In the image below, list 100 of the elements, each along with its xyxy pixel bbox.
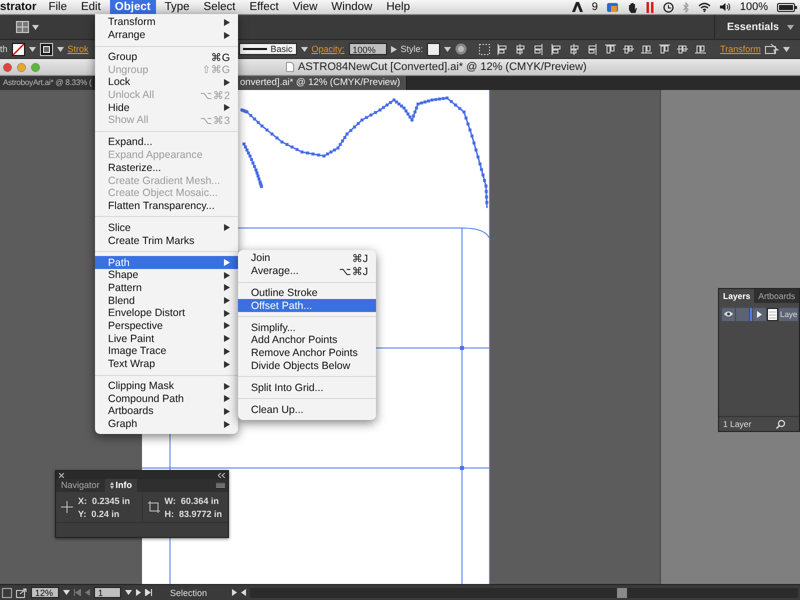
menu[interactable]: Help — [381, 0, 415, 14]
speaker-icon[interactable] — [720, 2, 731, 12]
caret-icon[interactable] — [28, 46, 36, 52]
zoom-field[interactable]: 12% — [31, 587, 59, 598]
menu-item[interactable]: Slice — [95, 222, 238, 234]
menu-item[interactable]: Expand... — [95, 136, 238, 149]
menu-item[interactable]: Perspective — [95, 320, 238, 332]
recolor-icon[interactable] — [455, 43, 468, 55]
panel-tab[interactable]: Navigator — [56, 479, 105, 492]
menu-item[interactable]: Split Into Grid... — [238, 381, 376, 394]
align-icon[interactable] — [569, 44, 580, 54]
align-icon[interactable] — [677, 44, 688, 54]
menu-item[interactable]: Envelope Distort — [95, 306, 238, 320]
window-close-button[interactable] — [3, 62, 12, 72]
menu-item[interactable]: Transform — [95, 16, 238, 29]
close-icon[interactable] — [59, 472, 64, 478]
menu[interactable]: Object — [110, 0, 156, 14]
pause-icon[interactable] — [646, 2, 654, 12]
caret-icon[interactable] — [787, 24, 794, 30]
menu-item[interactable]: Arrange — [95, 28, 238, 42]
align-to-icon[interactable] — [479, 44, 490, 54]
collapse-icon[interactable] — [218, 472, 225, 478]
stroke-profile-field[interactable]: Basic — [238, 43, 297, 55]
menu-item[interactable]: Path — [95, 256, 238, 269]
arrow-right-icon[interactable] — [390, 46, 397, 52]
menu-item[interactable]: Group ⌘G — [95, 50, 238, 64]
caret-icon[interactable] — [63, 590, 70, 595]
menu-item[interactable]: Shape — [95, 268, 238, 282]
hand-icon[interactable] — [628, 2, 637, 12]
menu-item[interactable]: Hide — [95, 101, 238, 114]
menu-item[interactable]: Flatten Transparency... — [95, 200, 238, 212]
artboard-icon[interactable] — [2, 588, 12, 598]
arrow-right-icon[interactable] — [232, 589, 237, 596]
menu-item[interactable]: Average... ⌥⌘J — [238, 264, 376, 278]
menu[interactable]: Type — [160, 0, 195, 14]
menu-item[interactable]: Clean Up... — [238, 403, 376, 416]
caret-icon[interactable] — [32, 24, 39, 30]
workspace-switcher[interactable]: Essentials — [727, 21, 779, 33]
menu-item[interactable]: Graph — [95, 418, 238, 430]
align-icon[interactable] — [659, 44, 670, 54]
share-icon[interactable] — [16, 588, 27, 598]
menu[interactable]: Select — [198, 0, 240, 14]
menu[interactable]: View — [288, 0, 322, 14]
menu-item[interactable]: Live Paint — [95, 332, 238, 345]
horizontal-scrollbar[interactable] — [250, 588, 798, 598]
menu-item[interactable]: Join ⌘J — [238, 252, 376, 265]
caret-icon[interactable] — [300, 46, 308, 52]
layer-name[interactable]: Laye — [779, 308, 798, 320]
style-swatch-icon[interactable] — [427, 42, 440, 56]
menu-item[interactable]: Compound Path — [95, 392, 238, 406]
menu-item[interactable]: Text Wrap — [95, 358, 238, 370]
arrow-left-icon[interactable] — [241, 589, 246, 596]
menu-item[interactable]: Outline Stroke — [238, 286, 376, 300]
menu-item[interactable]: Add Anchor Points — [238, 334, 376, 347]
align-icon[interactable] — [605, 44, 616, 54]
previous-page-icon[interactable] — [85, 589, 90, 596]
menu[interactable]: Edit — [76, 0, 106, 14]
menu[interactable]: Effect — [244, 0, 284, 14]
window-minimize-button[interactable] — [17, 62, 26, 72]
panel-options-icon[interactable] — [764, 44, 779, 54]
stroke-link[interactable]: Strok — [68, 44, 89, 54]
menu-item[interactable]: Blend — [95, 294, 238, 307]
menu-item[interactable]: Offset Path... — [238, 299, 376, 312]
menu-item[interactable]: Create Trim Marks — [95, 234, 238, 247]
align-icon[interactable] — [551, 44, 562, 54]
expand-triangle-icon[interactable] — [757, 310, 762, 318]
next-page-icon[interactable] — [136, 589, 141, 596]
creative-app-icon[interactable] — [572, 2, 583, 12]
search-icon[interactable] — [776, 420, 785, 428]
align-icon[interactable] — [515, 44, 526, 54]
caret-icon[interactable] — [56, 46, 64, 52]
stroke-swatch-icon[interactable] — [40, 42, 53, 56]
wifi-icon[interactable] — [698, 2, 711, 12]
panel-tab[interactable]: Info — [104, 479, 138, 492]
menu-item[interactable]: Simplify... — [238, 321, 376, 334]
bluetooth-icon[interactable] — [682, 2, 689, 12]
panel-tab[interactable]: Artboards — [754, 289, 800, 303]
menu-item[interactable]: Pattern — [95, 282, 238, 294]
align-icon[interactable] — [623, 44, 634, 54]
opacity-field[interactable]: 100% — [348, 43, 387, 55]
document-tab[interactable]: onverted].ai* @ 12% (CMYK/Preview) — [238, 76, 408, 90]
caret-icon[interactable] — [125, 590, 132, 595]
menu[interactable]: Window — [326, 0, 378, 14]
align-icon[interactable] — [695, 44, 706, 54]
menu[interactable]: File — [43, 0, 72, 14]
menu-item[interactable]: Divide Objects Below — [238, 359, 376, 372]
panel-menu-icon[interactable] — [216, 483, 225, 488]
window-zoom-button[interactable] — [31, 62, 40, 72]
caret-icon[interactable] — [782, 46, 790, 52]
battery-icon[interactable] — [777, 2, 797, 12]
align-icon[interactable] — [587, 44, 598, 54]
menu-item[interactable]: Remove Anchor Points — [238, 346, 376, 360]
transform-link[interactable]: Transform — [720, 44, 761, 54]
menu-item[interactable]: Artboards — [95, 405, 238, 418]
menu-item[interactable]: Rasterize... — [95, 161, 238, 174]
lock-toggle-button[interactable] — [736, 308, 749, 320]
menu-item[interactable]: Lock — [95, 76, 238, 89]
align-icon[interactable] — [497, 44, 508, 54]
eye-icon[interactable] — [724, 311, 733, 317]
app-status-icon[interactable] — [606, 2, 619, 12]
